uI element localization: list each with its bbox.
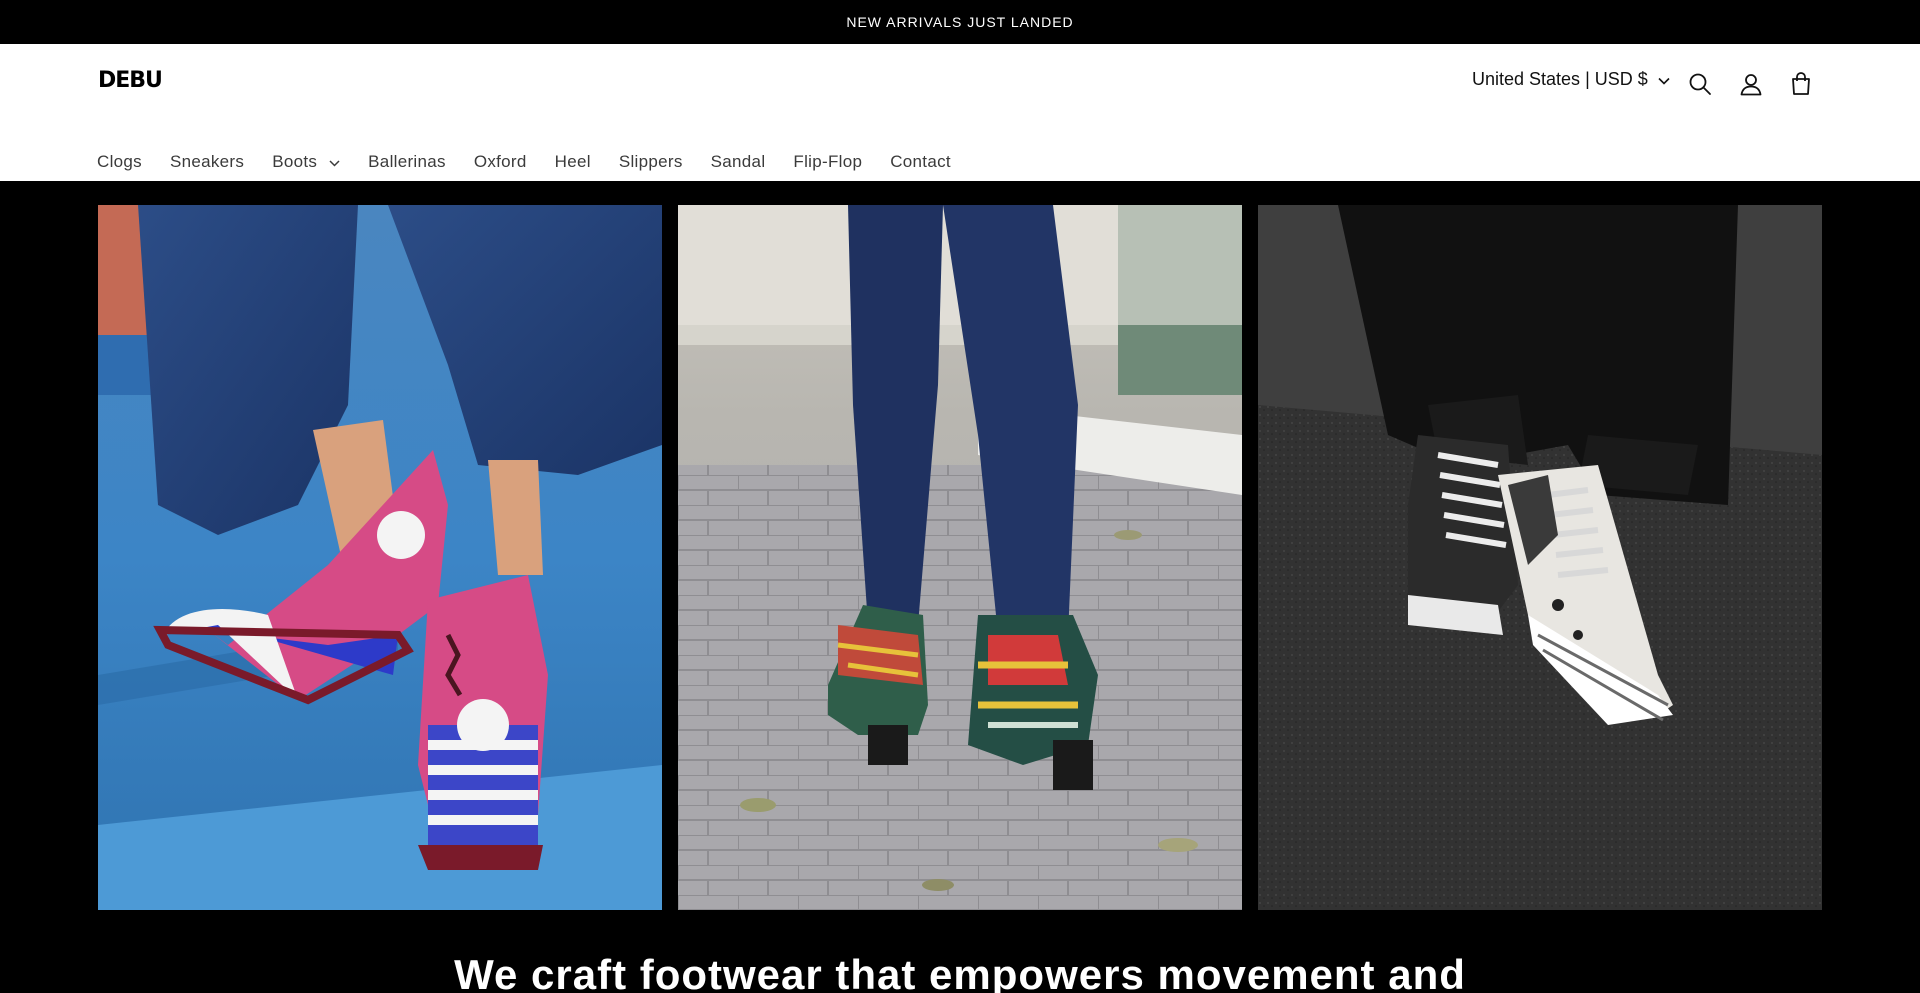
nav-item-sneakers[interactable]: Sneakers — [170, 152, 244, 172]
site-header: DEBU United States | USD $ Clogs Sneaker… — [0, 44, 1920, 181]
chevron-down-icon — [1658, 69, 1670, 90]
nav-item-ballerinas[interactable]: Ballerinas — [368, 152, 446, 172]
chevron-down-icon — [329, 152, 340, 172]
nav-item-label: Oxford — [473, 152, 527, 171]
nav-item-contact[interactable]: Contact — [890, 152, 951, 172]
cart-icon[interactable] — [1781, 64, 1821, 104]
nav-item-label: Boots — [272, 152, 318, 171]
logo[interactable]: DEBU — [98, 68, 163, 93]
nav-item-oxford[interactable]: Oxford — [474, 152, 527, 172]
nav-item-clogs[interactable]: Clogs — [97, 152, 142, 172]
nav-item-label: Slippers — [618, 152, 683, 171]
nav-item-sandal[interactable]: Sandal — [711, 152, 766, 172]
nav-item-boots[interactable]: Boots — [272, 152, 340, 172]
announcement-text: NEW ARRIVALS JUST LANDED — [846, 14, 1074, 30]
main-nav: Clogs Sneakers Boots Ballerinas Oxford H… — [97, 148, 979, 176]
pirate-print-ankle-boots-photo — [98, 205, 662, 910]
nav-item-label: Ballerinas — [368, 152, 446, 171]
currency-label: United States | USD $ — [1472, 69, 1648, 89]
nav-item-label: Sandal — [710, 152, 766, 171]
nav-item-slippers[interactable]: Slippers — [619, 152, 683, 172]
announcement-bar: NEW ARRIVALS JUST LANDED — [0, 0, 1920, 44]
account-icon[interactable] — [1731, 64, 1771, 104]
search-icon[interactable] — [1680, 64, 1720, 104]
nav-item-flip-flop[interactable]: Flip-Flop — [793, 152, 862, 172]
hero-heading: We craft footwear that empowers movement… — [454, 951, 1466, 993]
nav-item-label: Flip-Flop — [793, 152, 863, 171]
nav-item-label: Sneakers — [169, 152, 245, 171]
white-high-top-sneakers-photo — [1258, 205, 1822, 910]
nav-item-label: Contact — [890, 152, 951, 171]
nav-item-label: Clogs — [97, 152, 142, 171]
nav-item-heel[interactable]: Heel — [555, 152, 591, 172]
currency-selector[interactable]: United States | USD $ — [1472, 69, 1670, 90]
geometric-print-ankle-boots-photo — [678, 205, 1242, 910]
hero-section: We craft footwear that empowers movement… — [0, 181, 1920, 993]
nav-item-label: Heel — [554, 152, 591, 171]
